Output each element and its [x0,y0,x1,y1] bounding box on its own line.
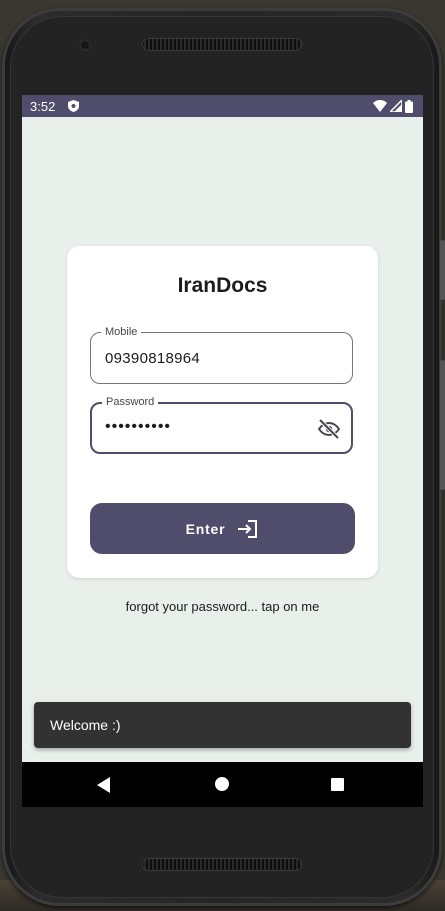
login-icon [238,519,258,538]
password-field[interactable]: Password •••••••••• [90,395,353,454]
shield-icon [68,100,79,112]
app-content: IranDocs Mobile 09390818964 Password •••… [22,117,423,762]
snackbar: Welcome :) [34,702,411,748]
password-field-value: •••••••••• [105,418,172,435]
wifi-icon [373,100,387,112]
volume-button [440,360,445,490]
status-icons [373,99,413,113]
status-time: 3:52 [30,99,56,114]
navigation-bar [22,762,423,807]
back-icon[interactable] [97,777,111,793]
bottom-speaker [142,858,302,871]
battery-icon [405,99,413,113]
snackbar-message: Welcome :) [50,717,121,733]
login-card: IranDocs Mobile 09390818964 Password •••… [67,246,378,578]
visibility-off-icon[interactable] [317,417,341,441]
mobile-field[interactable]: Mobile 09390818964 [90,325,353,384]
mobile-field-label: Mobile [101,325,142,339]
mobile-field-value: 09390818964 [105,350,201,367]
password-field-label: Password [102,395,159,409]
enter-button-label: Enter [185,520,226,537]
top-speaker [142,38,302,51]
home-icon[interactable] [215,777,229,791]
enter-button[interactable]: Enter [90,503,355,554]
forgot-password-link[interactable]: forgot your password... tap on me [22,599,423,614]
status-bar: 3:52 [22,95,423,117]
device-screen: 3:52 IranDocs Mobile 09390818964 Passwor… [22,95,423,807]
power-button [440,240,445,300]
app-title: IranDocs [177,274,268,297]
signal-icon [390,100,402,112]
recents-icon[interactable] [331,778,344,791]
front-camera [79,39,91,51]
